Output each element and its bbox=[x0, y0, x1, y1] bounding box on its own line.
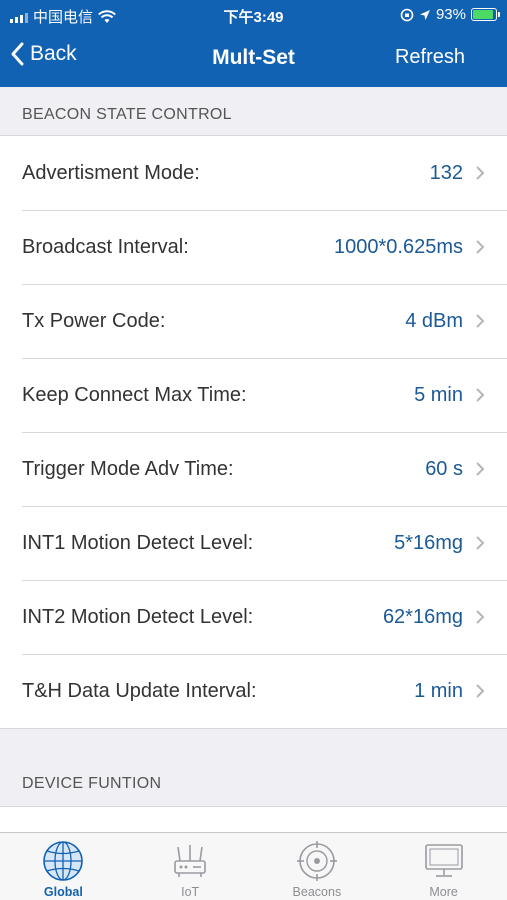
router-icon bbox=[174, 845, 206, 877]
tab-beacons[interactable]: Beacons bbox=[254, 833, 381, 900]
chevron-right-icon bbox=[476, 240, 485, 254]
setting-row-int2-motion-detect-level[interactable]: INT2 Motion Detect Level: 62*16mg bbox=[0, 580, 507, 654]
status-right: 93% bbox=[400, 6, 500, 23]
setting-label: INT2 Motion Detect Level: bbox=[22, 605, 254, 628]
tab-label: Beacons bbox=[292, 885, 342, 899]
section-header-device-function: DEVICE FUNTION bbox=[22, 775, 162, 792]
chevron-right-icon bbox=[476, 536, 485, 550]
setting-label: Tx Power Code: bbox=[22, 309, 166, 332]
chevron-right-icon bbox=[476, 610, 485, 624]
setting-value: 132 bbox=[429, 161, 463, 184]
refresh-button[interactable]: Refresh bbox=[395, 46, 465, 69]
setting-label: Keep Connect Max Time: bbox=[22, 383, 247, 406]
setting-label: Advertisment Mode: bbox=[22, 161, 200, 184]
setting-value: 4 dBm bbox=[405, 309, 463, 332]
nav-bar: Back Mult-Set Refresh bbox=[0, 30, 507, 87]
tab-label: IoT bbox=[181, 885, 200, 899]
location-icon bbox=[419, 9, 430, 20]
setting-row-tx-power-code[interactable]: Tx Power Code: 4 dBm bbox=[0, 284, 507, 358]
target-icon bbox=[296, 841, 337, 881]
battery-percent: 93% bbox=[435, 6, 466, 23]
status-bar: 中国电信 下午3:49 93% bbox=[0, 0, 507, 30]
setting-value: 62*16mg bbox=[382, 605, 463, 628]
setting-row-th-data-update-interval[interactable]: T&H Data Update Interval: 1 min bbox=[0, 654, 507, 728]
tab-label: Global bbox=[43, 885, 83, 899]
setting-value: 5 min bbox=[414, 383, 463, 406]
battery-fill bbox=[473, 10, 494, 19]
chevron-right-icon bbox=[476, 388, 485, 402]
settings-list: Advertisment Mode: 132 Broadcast Interva… bbox=[0, 135, 507, 729]
setting-label: INT1 Motion Detect Level: bbox=[22, 531, 254, 554]
orientation-lock-icon bbox=[400, 8, 414, 21]
setting-row-broadcast-interval[interactable]: Broadcast Interval: 1000*0.625ms bbox=[0, 210, 507, 284]
monitor-icon bbox=[424, 844, 463, 877]
chevron-right-icon bbox=[476, 462, 485, 476]
section-header-state-control: BEACON STATE CONTROL bbox=[22, 106, 232, 123]
chevron-left-icon bbox=[11, 42, 24, 66]
chevron-right-icon bbox=[476, 684, 485, 698]
battery-icon bbox=[471, 8, 500, 21]
tab-label: More bbox=[429, 885, 458, 899]
setting-label: T&H Data Update Interval: bbox=[22, 679, 257, 702]
setting-value: 1 min bbox=[414, 679, 463, 702]
setting-value: 5*16mg bbox=[394, 531, 463, 554]
setting-label: Trigger Mode Adv Time: bbox=[22, 457, 234, 480]
back-button[interactable]: Back bbox=[10, 42, 77, 66]
chevron-right-icon bbox=[476, 166, 485, 180]
tab-bar: Global IoT Beacons More bbox=[0, 832, 507, 900]
setting-value: 1000*0.625ms bbox=[334, 235, 463, 258]
tab-more[interactable]: More bbox=[380, 833, 507, 900]
tab-iot[interactable]: IoT bbox=[127, 833, 254, 900]
back-label: Back bbox=[30, 42, 77, 65]
setting-value: 60 s bbox=[425, 457, 463, 480]
setting-row-int1-motion-detect-level[interactable]: INT1 Motion Detect Level: 5*16mg bbox=[0, 506, 507, 580]
setting-row-keep-connect-max-time[interactable]: Keep Connect Max Time: 5 min bbox=[0, 358, 507, 432]
setting-row-trigger-mode-adv-time[interactable]: Trigger Mode Adv Time: 60 s bbox=[0, 432, 507, 506]
setting-row-advertisment-mode[interactable]: Advertisment Mode: 132 bbox=[0, 136, 507, 210]
tab-global[interactable]: Global bbox=[0, 833, 127, 900]
globe-icon bbox=[43, 841, 84, 881]
setting-label: Broadcast Interval: bbox=[22, 235, 189, 258]
chevron-right-icon bbox=[476, 314, 485, 328]
